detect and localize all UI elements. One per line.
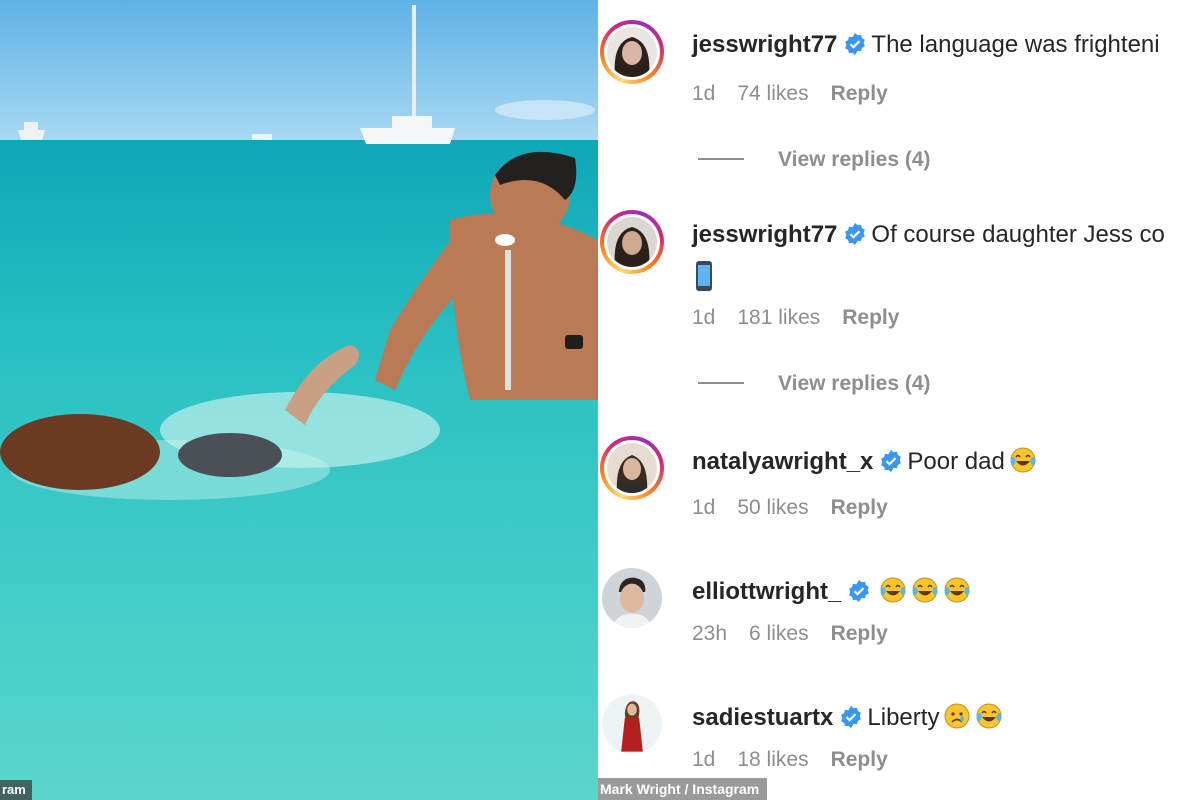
reply-button[interactable]: Reply bbox=[831, 748, 888, 771]
reply-button[interactable]: Reply bbox=[842, 306, 899, 329]
photo-credit-left: ram bbox=[0, 780, 32, 800]
view-replies-label: View replies (4) bbox=[778, 372, 931, 395]
replies-divider bbox=[698, 158, 744, 160]
comment-username[interactable]: natalyawright_x bbox=[692, 448, 873, 475]
replies-divider bbox=[698, 382, 744, 384]
verified-badge-icon bbox=[841, 706, 862, 728]
avatar[interactable] bbox=[600, 692, 664, 756]
view-replies-label: View replies (4) bbox=[778, 148, 931, 171]
verified-badge-icon bbox=[881, 450, 902, 472]
comment-text: Poor dad bbox=[907, 448, 1005, 475]
comment-likes[interactable]: 18 likes bbox=[737, 748, 808, 771]
comment-username[interactable]: elliottwright_ bbox=[692, 578, 841, 605]
comment-text: Of course daughter Jess co bbox=[871, 221, 1165, 248]
woman-portrait-avatar-icon bbox=[607, 443, 657, 493]
comment-time: 1d bbox=[692, 496, 716, 519]
verified-badge-icon bbox=[849, 580, 870, 602]
reply-button[interactable]: Reply bbox=[831, 82, 888, 105]
comment-line: jesswright77 Of course daughter Jess co bbox=[692, 220, 1165, 250]
beach-photo: ram bbox=[0, 0, 598, 800]
comment-username[interactable]: sadiestuartx bbox=[692, 704, 833, 731]
verified-badge-icon bbox=[845, 33, 866, 55]
tears-of-joy-emoji-icon bbox=[1010, 447, 1036, 473]
tears-of-joy-emoji-icon bbox=[944, 577, 970, 603]
comment-meta: 1d 18 likes Reply bbox=[692, 748, 910, 772]
woman-red-dress-avatar-icon bbox=[602, 694, 662, 754]
comment-text: Liberty bbox=[867, 704, 940, 731]
comments-panel: jesswright77 The language was frighteni 1… bbox=[598, 0, 1200, 800]
reply-button[interactable]: Reply bbox=[831, 622, 888, 645]
comment-likes[interactable]: 6 likes bbox=[749, 622, 809, 645]
mobile-phone-emoji-icon bbox=[696, 261, 712, 291]
woman-portrait-avatar-icon bbox=[607, 217, 657, 267]
comment-likes[interactable]: 181 likes bbox=[737, 306, 820, 329]
comment-time: 1d bbox=[692, 306, 716, 329]
avatar[interactable] bbox=[600, 436, 664, 500]
comment-time: 1d bbox=[692, 82, 716, 105]
reply-button[interactable]: Reply bbox=[831, 496, 888, 519]
comment-text: The language was frighteni bbox=[871, 31, 1160, 58]
comment-username[interactable]: jesswright77 bbox=[692, 31, 837, 58]
crying-face-emoji-icon bbox=[944, 703, 970, 729]
sea-scene-illustration bbox=[0, 0, 598, 800]
comment-line: natalyawright_x Poor dad bbox=[692, 446, 1037, 477]
tears-of-joy-emoji-icon bbox=[880, 577, 906, 603]
photo-credit-right: Mark Wright / Instagram bbox=[598, 778, 768, 800]
comment-line: sadiestuartx Liberty bbox=[692, 702, 1003, 733]
comment-username[interactable]: jesswright77 bbox=[692, 221, 837, 248]
woman-portrait-avatar-icon bbox=[607, 27, 657, 77]
comment-likes[interactable]: 74 likes bbox=[737, 82, 808, 105]
view-replies-button[interactable]: View replies (4) bbox=[698, 372, 931, 396]
comment-line: elliottwright_ bbox=[692, 576, 971, 607]
comment-meta: 1d 50 likes Reply bbox=[692, 496, 910, 520]
comment-meta: 1d 181 likes Reply bbox=[692, 306, 921, 330]
comment-time: 23h bbox=[692, 622, 728, 645]
comment-meta: 1d 74 likes Reply bbox=[692, 82, 910, 106]
avatar[interactable] bbox=[600, 210, 664, 274]
comment-meta: 23h 6 likes Reply bbox=[692, 622, 910, 646]
view-replies-button[interactable]: View replies (4) bbox=[698, 148, 931, 172]
verified-badge-icon bbox=[845, 223, 866, 245]
tears-of-joy-emoji-icon bbox=[976, 703, 1002, 729]
tears-of-joy-emoji-icon bbox=[912, 577, 938, 603]
comment-likes[interactable]: 50 likes bbox=[737, 496, 808, 519]
comment-line: jesswright77 The language was frighteni bbox=[692, 30, 1160, 60]
avatar[interactable] bbox=[600, 566, 664, 630]
avatar[interactable] bbox=[600, 20, 664, 84]
comment-time: 1d bbox=[692, 748, 716, 771]
man-portrait-avatar-icon bbox=[602, 568, 662, 628]
